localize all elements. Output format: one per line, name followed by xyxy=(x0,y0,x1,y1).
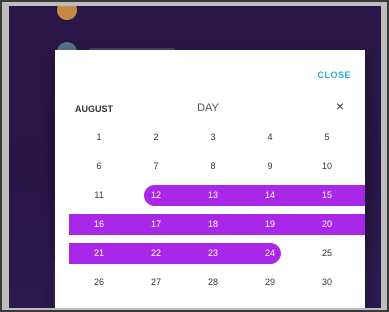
day-cell[interactable]: 2 xyxy=(136,123,176,152)
day-cell[interactable]: 26 xyxy=(79,268,119,297)
app-screen: CLOSE AUGUST DAY × 1 2 3 4 5 6 7 8 9 10 xyxy=(9,6,381,308)
calendar-week: 21 22 23 24 25 xyxy=(55,239,365,268)
day-cell-selected[interactable]: 24 xyxy=(250,239,290,268)
background-avatar xyxy=(57,6,77,20)
close-icon[interactable]: × xyxy=(336,99,344,113)
day-cell[interactable]: 3 xyxy=(193,123,233,152)
calendar-week: 26 27 28 29 30 xyxy=(55,268,365,297)
day-cell[interactable]: 29 xyxy=(250,268,290,297)
day-cell[interactable]: 27 xyxy=(136,268,176,297)
day-cell-selected[interactable]: 21 xyxy=(79,239,119,268)
view-mode-label[interactable]: DAY xyxy=(197,102,219,114)
day-cell-selected[interactable]: 22 xyxy=(136,239,176,268)
device-frame: CLOSE AUGUST DAY × 1 2 3 4 5 6 7 8 9 10 xyxy=(0,0,389,312)
day-cell[interactable]: 1 xyxy=(79,123,119,152)
day-cell-selected[interactable]: 15 xyxy=(307,181,347,210)
calendar-week: 11 12 13 14 15 xyxy=(55,181,365,210)
day-cell-selected[interactable]: 19 xyxy=(250,210,290,239)
day-cell[interactable]: 11 xyxy=(79,181,119,210)
day-cell-selected[interactable]: 16 xyxy=(79,210,119,239)
day-cell-selected[interactable]: 14 xyxy=(250,181,290,210)
day-cell-selected[interactable]: 13 xyxy=(193,181,233,210)
day-cell[interactable]: 6 xyxy=(79,152,119,181)
day-cell[interactable]: 5 xyxy=(307,123,347,152)
day-cell[interactable]: 4 xyxy=(250,123,290,152)
close-button[interactable]: CLOSE xyxy=(317,70,351,80)
day-cell-selected[interactable]: 23 xyxy=(193,239,233,268)
day-cell[interactable]: 28 xyxy=(193,268,233,297)
day-cell[interactable]: 30 xyxy=(307,268,347,297)
day-cell-selected[interactable]: 18 xyxy=(193,210,233,239)
month-label: AUGUST xyxy=(75,104,113,114)
day-cell[interactable]: 10 xyxy=(307,152,347,181)
day-cell[interactable]: 7 xyxy=(136,152,176,181)
day-cell[interactable]: 8 xyxy=(193,152,233,181)
day-cell-selected[interactable]: 17 xyxy=(136,210,176,239)
calendar-week: 1 2 3 4 5 xyxy=(55,123,365,152)
date-picker-dialog: CLOSE AUGUST DAY × 1 2 3 4 5 6 7 8 9 10 xyxy=(55,50,365,308)
calendar-week: 6 7 8 9 10 xyxy=(55,152,365,181)
day-cell[interactable]: 25 xyxy=(307,239,347,268)
calendar-grid: 1 2 3 4 5 6 7 8 9 10 11 12 13 14 15 16 1… xyxy=(55,123,365,297)
day-cell-selected[interactable]: 20 xyxy=(307,210,347,239)
calendar-week: 16 17 18 19 20 xyxy=(55,210,365,239)
day-cell-selected[interactable]: 12 xyxy=(136,181,176,210)
day-cell[interactable]: 9 xyxy=(250,152,290,181)
